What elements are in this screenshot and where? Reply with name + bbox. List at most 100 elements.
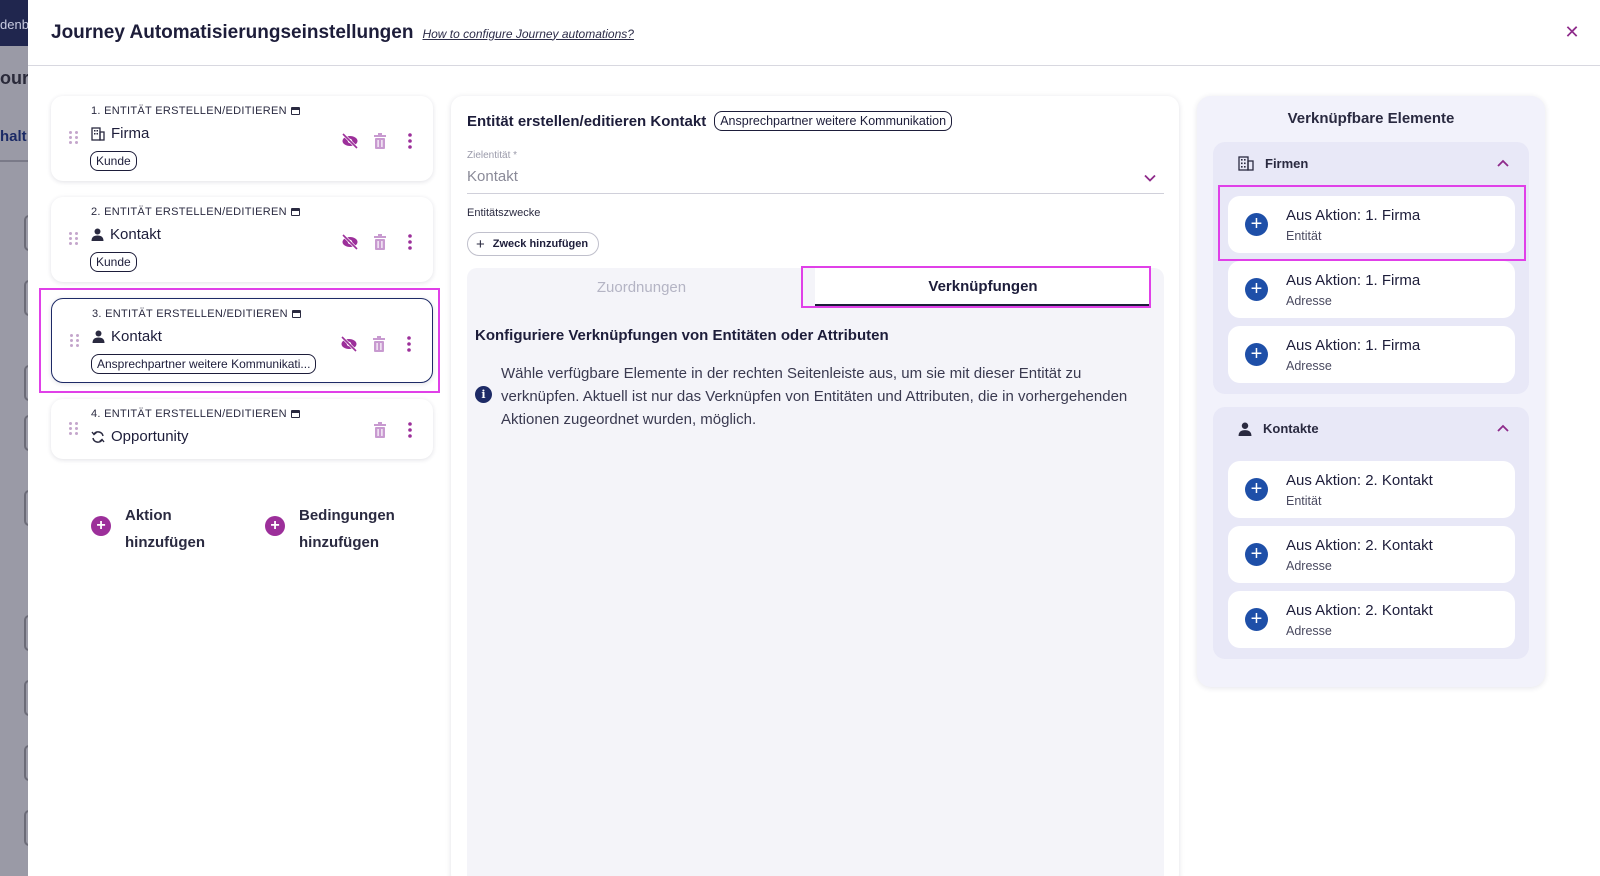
calendar-icon [290,107,300,115]
action-card-2[interactable]: 2. ENTITÄT ERSTELLEN/EDITIEREN Kontakt K… [51,197,433,282]
chevron-down-icon [1144,174,1156,182]
background-topbar: denb [0,0,28,46]
tab-verknuepfungen[interactable]: Verknüpfungen [815,268,1151,306]
person-icon [92,330,105,343]
action-entity: Firma [91,125,149,142]
plus-icon: + [476,235,485,253]
linkable-elements-panel: Verknüpfbare Elemente Firmen + Aus Aktio… [1197,96,1545,687]
entity-editor-panel: Entität erstellen/editieren Kontakt Ansp… [451,96,1179,876]
background-app: denb our halt [0,0,28,876]
purpose-chip: Kunde [90,151,137,171]
add-buttons-row: + Aktion hinzufügen + Bedingungen hinzuf… [91,502,399,556]
calendar-icon [290,410,300,418]
editor-title: Entität erstellen/editieren Kontakt [467,112,707,130]
more-options-icon[interactable] [400,335,418,353]
calendar-icon [291,310,301,318]
group-header: Firmen [1238,156,1308,171]
card-actions [371,421,419,439]
add-purpose-button[interactable]: + Zweck hinzufügen [467,232,600,256]
drag-handle-icon[interactable] [69,422,79,436]
linkable-elements-title: Verknüpfbare Elemente [1287,110,1455,127]
visibility-off-icon[interactable] [340,335,358,353]
visibility-off-icon[interactable] [341,132,359,150]
add-action-button[interactable]: + Aktion hinzufügen [91,502,225,556]
target-entity-select[interactable]: Kontakt [467,168,1164,194]
background-title: our [0,68,28,88]
add-link-icon: + [1245,608,1268,631]
group-kontakte: Kontakte + Aus Aktion: 2. Kontakt Entitä… [1213,407,1529,659]
trash-icon[interactable] [370,335,388,353]
tab-area: Zuordnungen Verknüpfungen Konfiguriere V… [467,268,1164,876]
sync-icon [91,430,105,443]
action-card-1[interactable]: 1. ENTITÄT ERSTELLEN/EDITIEREN Firma Kun… [51,96,433,181]
plus-circle-icon: + [91,516,111,536]
card-actions [341,233,419,251]
more-options-icon[interactable] [401,421,419,439]
card-actions [340,335,418,353]
action-card-3[interactable]: 3. ENTITÄT ERSTELLEN/EDITIEREN Kontakt A… [51,298,433,383]
group-firmen: Firmen + Aus Aktion: 1. Firma Entität + … [1213,142,1529,394]
drag-handle-icon[interactable] [69,131,79,145]
action-entity: Opportunity [91,428,189,445]
entity-purposes-label: Entitätszwecke [467,207,541,219]
action-heading: 3. ENTITÄT ERSTELLEN/EDITIEREN [92,308,301,320]
drag-handle-icon[interactable] [69,232,79,246]
purpose-chip: Ansprechpartner weitere Kommunikation [714,111,953,131]
link-item[interactable]: + Aus Aktion: 2. Kontakt Adresse [1228,526,1515,583]
link-item[interactable]: + Aus Aktion: 1. Firma Adresse [1228,326,1515,383]
close-icon[interactable]: ✕ [1562,22,1582,42]
more-options-icon[interactable] [401,132,419,150]
chevron-up-icon[interactable] [1497,423,1509,433]
visibility-off-icon[interactable] [341,233,359,251]
trash-icon[interactable] [371,132,389,150]
link-item[interactable]: + Aus Aktion: 1. Firma Entität [1228,196,1515,253]
calendar-icon [290,208,300,216]
add-purpose-label: Zweck hinzufügen [492,238,589,250]
add-link-icon: + [1245,278,1268,301]
links-section-title: Konfiguriere Verknüpfungen von Entitäten… [475,327,889,344]
add-condition-label: Bedingungen hinzufügen [299,507,395,551]
add-link-icon: + [1245,543,1268,566]
add-link-icon: + [1245,213,1268,236]
action-heading: 1. ENTITÄT ERSTELLEN/EDITIEREN [91,105,300,117]
background-tab: halt [0,128,27,145]
target-entity-label: Zielentität * [467,150,518,161]
automation-settings-modal: Journey Automatisierungseinstellungen Ho… [28,0,1600,876]
add-condition-button[interactable]: + Bedingungen hinzufügen [265,502,399,556]
card-actions [341,132,419,150]
action-card-4[interactable]: 4. ENTITÄT ERSTELLEN/EDITIEREN Opportuni… [51,399,433,459]
purpose-chip: Ansprechpartner weitere Kommunikati... [91,354,317,374]
chevron-up-icon[interactable] [1497,158,1509,168]
modal-header: Journey Automatisierungseinstellungen Ho… [28,0,1600,66]
drag-handle-icon[interactable] [70,334,80,348]
building-icon [1238,156,1254,171]
info-text: Wähle verfügbare Elemente in der rechten… [501,365,1128,428]
link-item[interactable]: + Aus Aktion: 1. Firma Adresse [1228,261,1515,318]
person-icon [1238,422,1252,436]
more-options-icon[interactable] [401,233,419,251]
add-link-icon: + [1245,343,1268,366]
action-heading: 2. ENTITÄT ERSTELLEN/EDITIEREN [91,206,300,218]
purpose-chip: Kunde [90,252,137,272]
tab-zuordnungen[interactable]: Zuordnungen [467,268,816,306]
building-icon [91,126,105,141]
link-item[interactable]: + Aus Aktion: 2. Kontakt Adresse [1228,591,1515,648]
group-header: Kontakte [1238,421,1319,436]
action-entity: Kontakt [92,328,162,345]
modal-title: Journey Automatisierungseinstellungen [51,21,414,43]
action-entity: Kontakt [91,226,161,243]
trash-icon[interactable] [371,233,389,251]
link-item[interactable]: + Aus Aktion: 2. Kontakt Entität [1228,461,1515,518]
info-message: i Wähle verfügbare Elemente in der recht… [475,362,1145,431]
editor-title-row: Entität erstellen/editieren Kontakt Ansp… [467,111,953,131]
add-action-label: Aktion hinzufügen [125,507,205,551]
target-entity-value: Kontakt [467,168,518,185]
action-heading: 4. ENTITÄT ERSTELLEN/EDITIEREN [91,408,300,420]
background-divider [0,160,28,162]
trash-icon[interactable] [371,421,389,439]
plus-circle-icon: + [265,516,285,536]
add-link-icon: + [1245,478,1268,501]
help-link[interactable]: How to configure Journey automations? [422,27,633,41]
person-icon [91,228,104,241]
info-icon: i [475,386,492,403]
